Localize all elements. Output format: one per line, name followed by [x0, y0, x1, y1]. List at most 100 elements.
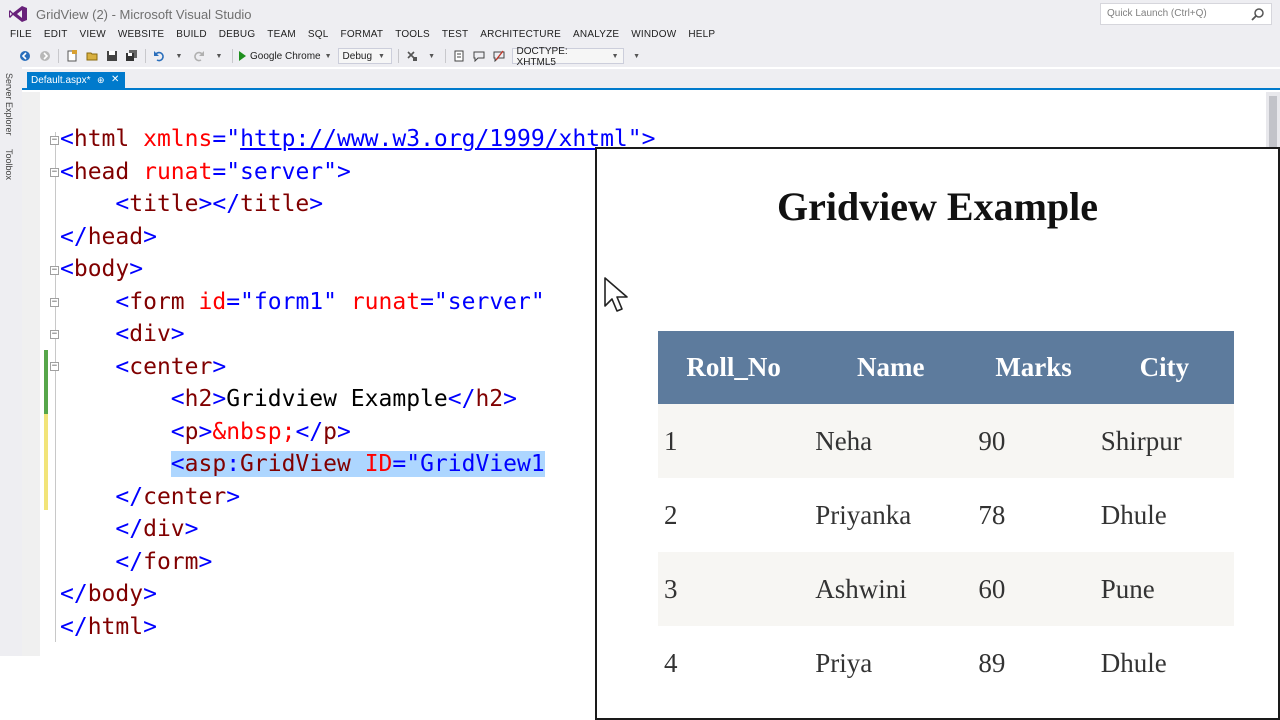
- code-line[interactable]: <title></title>: [60, 188, 656, 221]
- table-cell: Dhule: [1094, 478, 1234, 552]
- uncomment-icon[interactable]: [492, 49, 506, 63]
- comment-icon[interactable]: [472, 49, 486, 63]
- code-token: >: [143, 581, 157, 607]
- menu-analyze[interactable]: ANALYZE: [567, 27, 625, 45]
- tab-default-aspx[interactable]: Default.aspx* ⊕ ✕: [27, 72, 125, 90]
- table-cell: Shirpur: [1094, 404, 1234, 478]
- table-cell: Pune: [1094, 552, 1234, 626]
- menu-architecture[interactable]: ARCHITECTURE: [474, 27, 567, 45]
- menu-build[interactable]: BUILD: [170, 27, 212, 45]
- menu-view[interactable]: VIEW: [74, 27, 112, 45]
- menu-file[interactable]: FILE: [4, 27, 38, 45]
- server-explorer-tab[interactable]: Server Explorer: [4, 73, 14, 136]
- redo-icon[interactable]: [192, 49, 206, 63]
- code-token: Gridview Example: [226, 386, 448, 412]
- table-body: 1 Neha 90 Shirpur 2 Priyanka 78 Dhule 3 Ashwini 60…: [658, 404, 1234, 700]
- code-token: >: [198, 548, 213, 575]
- code-line[interactable]: <p>&nbsp;</p>: [60, 416, 656, 449]
- open-file-icon[interactable]: [85, 49, 99, 63]
- document-icon[interactable]: [452, 49, 466, 63]
- code-token: GridView: [240, 451, 351, 477]
- code-line[interactable]: </form>: [60, 546, 656, 579]
- code-line[interactable]: </body>: [60, 578, 656, 611]
- toolbar-overflow-icon[interactable]: ▼: [425, 49, 439, 63]
- code-token: >: [143, 223, 157, 250]
- menu-debug[interactable]: DEBUG: [213, 27, 262, 45]
- save-icon[interactable]: [105, 49, 119, 63]
- new-project-icon[interactable]: [65, 49, 79, 63]
- start-debugging-button[interactable]: Google Chrome ▼: [239, 51, 332, 62]
- collapse-icon[interactable]: −: [50, 136, 59, 145]
- navigate-back-icon[interactable]: [18, 49, 32, 63]
- solution-configuration-select[interactable]: Debug ▼: [337, 48, 392, 64]
- collapse-icon[interactable]: −: [50, 362, 59, 371]
- collapse-icon[interactable]: −: [50, 168, 59, 177]
- browser-preview: Gridview Example Roll_No Name Marks City 1N…: [595, 147, 1280, 720]
- toolbox-tab[interactable]: Toolbox: [4, 149, 14, 180]
- code-token: body: [87, 581, 144, 607]
- undo-icon[interactable]: [152, 49, 166, 63]
- redo-dropdown-icon[interactable]: ▼: [212, 49, 226, 63]
- code-line[interactable]: <head runat="server">: [60, 156, 656, 189]
- quick-launch-input[interactable]: Quick Launch (Ctrl+Q): [1100, 3, 1272, 25]
- menu-sql[interactable]: SQL: [302, 27, 335, 45]
- code-line[interactable]: <h2>Gridview Example</h2>: [60, 383, 656, 416]
- code-token: p: [323, 418, 337, 445]
- undo-dropdown-icon[interactable]: ▼: [172, 49, 186, 63]
- menu-help[interactable]: HELP: [682, 27, 721, 45]
- chevron-down-icon[interactable]: ▼: [325, 53, 332, 60]
- navigate-forward-icon[interactable]: [38, 49, 52, 63]
- doctype-select[interactable]: DOCTYPE: XHTML5 ▼: [511, 46, 624, 68]
- find-in-files-icon[interactable]: [405, 49, 419, 63]
- code-line[interactable]: <form id="form1" runat="server": [60, 286, 656, 319]
- collapse-icon[interactable]: −: [50, 298, 59, 307]
- code-line[interactable]: <asp:GridView ID="GridView1: [60, 448, 656, 481]
- close-icon[interactable]: ✕: [111, 74, 119, 85]
- visual-studio-logo-icon: [9, 6, 27, 22]
- code-token: >: [143, 613, 157, 640]
- menu-team[interactable]: TEAM: [261, 27, 302, 45]
- menu-edit[interactable]: EDIT: [38, 27, 74, 45]
- code-token: >: [212, 353, 227, 380]
- save-all-icon[interactable]: [125, 49, 139, 63]
- code-token: >: [129, 256, 144, 282]
- code-line[interactable]: </html>: [60, 611, 656, 644]
- title-bar: GridView (2) - Microsoft Visual Studio Q…: [0, 0, 1280, 28]
- code-token: >: [337, 418, 351, 445]
- column-header-name: Name: [809, 331, 973, 404]
- code-line[interactable]: </div>: [60, 513, 656, 546]
- search-icon[interactable]: [1251, 7, 1265, 21]
- code-token: head: [73, 158, 130, 185]
- code-token: [350, 451, 365, 477]
- code-line[interactable]: </head>: [60, 221, 656, 254]
- code-token: <: [60, 191, 130, 217]
- code-token: >: [309, 191, 324, 217]
- collapse-icon[interactable]: −: [50, 330, 59, 339]
- code-token: ></: [198, 191, 241, 217]
- menu-website[interactable]: WEBSITE: [112, 27, 170, 45]
- collapse-icon[interactable]: −: [50, 266, 59, 275]
- menu-window[interactable]: WINDOW: [625, 27, 682, 45]
- table-cell: Priyanka: [809, 478, 973, 552]
- code-line[interactable]: <center>: [60, 351, 656, 384]
- menu-tools[interactable]: TOOLS: [389, 27, 436, 45]
- code-token: <: [60, 353, 130, 380]
- code-token: runat: [143, 158, 213, 185]
- code-token: >: [184, 516, 199, 542]
- pin-icon[interactable]: ⊕: [97, 75, 105, 86]
- code-line[interactable]: </center>: [60, 481, 656, 514]
- code-lines[interactable]: <html xmlns="http://www.w3.org/1999/xhtm…: [60, 123, 656, 643]
- code-line[interactable]: <body>: [60, 253, 656, 286]
- menu-format[interactable]: FORMAT: [335, 27, 390, 45]
- code-line[interactable]: <html xmlns="http://www.w3.org/1999/xhtm…: [60, 123, 656, 156]
- code-token: >: [226, 483, 241, 510]
- table-row: 3 Ashwini 60 Pune: [658, 552, 1234, 626]
- code-token: ="server": [420, 288, 545, 315]
- menu-test[interactable]: TEST: [436, 27, 474, 45]
- table-cell: 78: [972, 478, 1095, 552]
- chevron-down-icon: ▼: [611, 53, 619, 60]
- code-line[interactable]: <div>: [60, 318, 656, 351]
- toolbar-options-icon[interactable]: ▼: [630, 49, 644, 63]
